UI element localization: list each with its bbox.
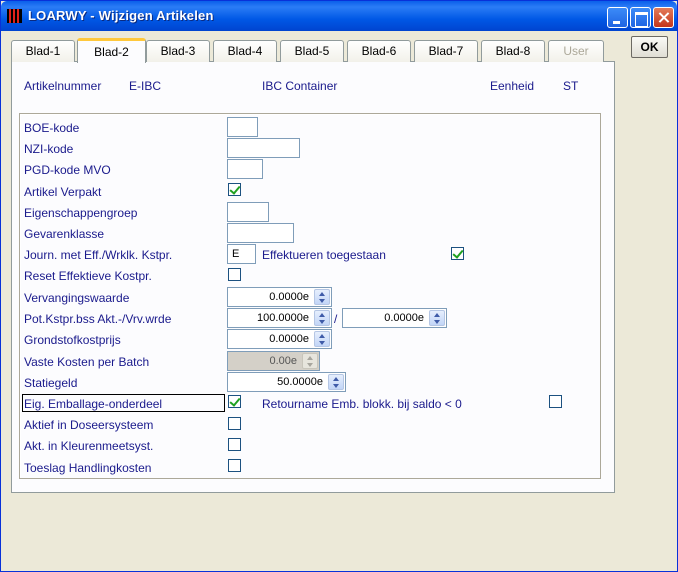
pot-kstpr-spinner-2-icon[interactable] xyxy=(429,310,445,326)
pot-kstpr-value-1: 100.0000e xyxy=(257,312,309,324)
tab-blad-6[interactable]: Blad-6 xyxy=(347,40,411,62)
toeslag-checkbox[interactable] xyxy=(228,459,241,472)
app-window: LOARWY - Wijzigen Artikelen Blad-1 Blad-… xyxy=(0,0,678,572)
tab-user: User xyxy=(548,40,604,62)
journ-input[interactable]: E xyxy=(227,244,256,264)
grondstofkostprijs-label: Grondstofkostprijs xyxy=(24,333,121,347)
eigenschappengroep-input[interactable] xyxy=(227,202,269,222)
app-icon xyxy=(7,9,22,23)
artikel-verpakt-checkbox[interactable] xyxy=(228,183,241,196)
boe-kode-label: BOE-kode xyxy=(24,121,80,135)
minimize-icon[interactable] xyxy=(607,7,628,28)
vervangingswaarde-label: Vervangingswaarde xyxy=(24,291,130,305)
boe-kode-input[interactable] xyxy=(227,117,258,137)
tab-blad-7[interactable]: Blad-7 xyxy=(414,40,478,62)
ok-button[interactable]: OK xyxy=(631,36,668,58)
artikel-description: IBC Container xyxy=(262,79,338,93)
gevarenklasse-label: Gevarenklasse xyxy=(24,227,105,241)
tab-blad-5[interactable]: Blad-5 xyxy=(280,40,344,62)
pot-kstpr-spinner-1-icon[interactable] xyxy=(314,310,330,326)
maximize-icon[interactable] xyxy=(630,7,651,28)
pgd-kode-input[interactable] xyxy=(227,159,263,179)
close-icon[interactable] xyxy=(653,7,674,28)
akt-kleuren-label: Akt. in Kleurenmeetsyst. xyxy=(24,439,154,453)
grondstofkostprijs-input[interactable]: 0.0000e xyxy=(227,329,332,349)
akt-kleuren-checkbox[interactable] xyxy=(228,438,241,451)
eenheid-label: Eenheid xyxy=(490,79,535,93)
eig-emballage-checkbox[interactable] xyxy=(228,395,241,408)
gevarenklasse-input[interactable] xyxy=(227,223,294,243)
grondstofkostprijs-value: 0.0000e xyxy=(269,333,309,345)
statiegeld-input[interactable]: 50.0000e xyxy=(227,372,346,392)
aktief-dosing-checkbox[interactable] xyxy=(228,417,241,430)
vervangingswaarde-input[interactable]: 0.0000e xyxy=(227,287,332,307)
pgd-kode-label: PGD-kode MVO xyxy=(24,163,111,177)
eenheid-value: ST xyxy=(563,79,579,93)
eigenschappengroep-label: Eigenschappengroep xyxy=(24,206,138,220)
artikel-verpakt-label: Artikel Verpakt xyxy=(24,185,102,199)
eig-emballage-label: Eig. Emballage-onderdeel xyxy=(24,397,163,411)
vervangingswaarde-value: 0.0000e xyxy=(269,291,309,303)
pot-kstpr-value-2: 0.0000e xyxy=(384,312,424,324)
toeslag-label: Toeslag Handlingkosten xyxy=(24,461,152,475)
statiegeld-label: Statiegeld xyxy=(24,376,78,390)
vaste-kosten-spinner-icon xyxy=(302,353,318,369)
statiegeld-spinner-icon[interactable] xyxy=(328,374,344,390)
tab-blad-8[interactable]: Blad-8 xyxy=(481,40,545,62)
tab-blad-4[interactable]: Blad-4 xyxy=(213,40,277,62)
journ-label: Journ. met Eff./Wrklk. Kstpr. xyxy=(24,248,173,262)
vaste-kosten-label: Vaste Kosten per Batch xyxy=(24,355,150,369)
pot-kstpr-input-2[interactable]: 0.0000e xyxy=(342,308,447,328)
reset-label: Reset Effektieve Kostpr. xyxy=(24,269,152,283)
grondstofkostprijs-spinner-icon[interactable] xyxy=(314,331,330,347)
nzi-kode-input[interactable] xyxy=(227,138,300,158)
tab-blad-3[interactable]: Blad-3 xyxy=(146,40,210,62)
vervangingswaarde-spinner-icon[interactable] xyxy=(314,289,330,305)
reset-checkbox[interactable] xyxy=(228,268,241,281)
artikelnummer-value: E-IBC xyxy=(129,79,162,93)
retourname-checkbox[interactable] xyxy=(549,395,562,408)
statiegeld-value: 50.0000e xyxy=(277,376,323,388)
effektueren-label: Effektueren toegestaan xyxy=(262,248,386,262)
tab-blad-2[interactable]: Blad-2 xyxy=(77,38,146,63)
effektueren-checkbox[interactable] xyxy=(451,247,464,260)
artikelnummer-label: Artikelnummer xyxy=(24,79,102,93)
aktief-dosing-label: Aktief in Doseersysteem xyxy=(24,418,154,432)
title-bar[interactable]: LOARWY - Wijzigen Artikelen xyxy=(1,1,677,31)
window-title: LOARWY - Wijzigen Artikelen xyxy=(28,8,214,23)
pot-kstpr-label: Pot.Kstpr.bss Akt.-/Vrv.wrde xyxy=(24,312,172,326)
retourname-label: Retourname Emb. blokk. bij saldo < 0 xyxy=(262,397,462,411)
tab-blad-1[interactable]: Blad-1 xyxy=(11,40,75,62)
pot-kstpr-input-1[interactable]: 100.0000e xyxy=(227,308,332,328)
vaste-kosten-input: 0.00e xyxy=(227,351,320,371)
vaste-kosten-value: 0.00e xyxy=(269,355,297,367)
nzi-kode-label: NZI-kode xyxy=(24,142,74,156)
journ-value: E xyxy=(232,248,240,260)
pot-kstpr-separator: / xyxy=(334,312,338,326)
